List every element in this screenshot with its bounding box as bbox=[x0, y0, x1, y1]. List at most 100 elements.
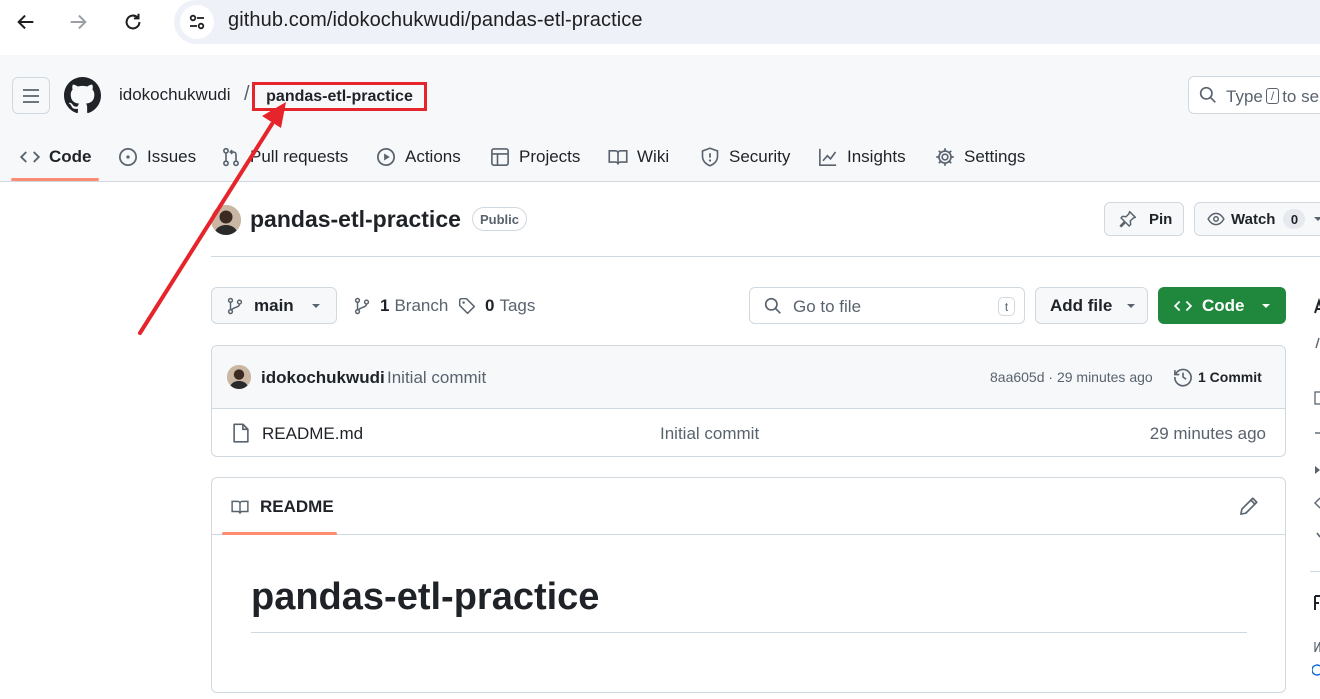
tab-code[interactable]: Code bbox=[20, 134, 92, 180]
readme-header: README bbox=[212, 478, 1285, 535]
tab-label: Issues bbox=[147, 147, 197, 166]
commit-history-link[interactable]: 1 Commit bbox=[1173, 367, 1262, 387]
repo-breadcrumb-link[interactable]: pandas-etl-practice bbox=[252, 82, 427, 111]
tab-label: Security bbox=[729, 147, 791, 166]
arrow-left-icon[interactable] bbox=[12, 8, 40, 36]
book-icon bbox=[231, 500, 249, 514]
branch-selector[interactable]: main bbox=[211, 287, 337, 324]
tags-link[interactable]: 0 Tags bbox=[458, 296, 535, 316]
address-bar[interactable]: github.com/idokochukwudi/pandas-etl-prac… bbox=[174, 0, 1320, 44]
add-file-label: Add file bbox=[1050, 295, 1113, 315]
code-button-label: Code bbox=[1202, 295, 1245, 315]
git-pull-request-icon bbox=[223, 147, 239, 167]
visibility-badge: Public bbox=[472, 207, 528, 231]
issue-opened-icon bbox=[119, 148, 137, 166]
watch-count: 0 bbox=[1283, 209, 1306, 229]
tab-issues[interactable]: Issues bbox=[118, 134, 196, 180]
tab-label: Wiki bbox=[637, 147, 670, 166]
header-divider bbox=[211, 256, 1320, 257]
menu-icon[interactable] bbox=[12, 77, 50, 114]
repo-title[interactable]: pandas-etl-practice bbox=[250, 206, 461, 233]
git-branch-icon bbox=[354, 297, 370, 315]
tag-icon bbox=[458, 297, 476, 315]
chevron-down-icon bbox=[1127, 303, 1136, 308]
eye-icon bbox=[1207, 212, 1225, 226]
file-icon bbox=[233, 423, 249, 443]
keyboard-shortcut: t bbox=[998, 297, 1015, 316]
avatar[interactable] bbox=[227, 365, 251, 389]
arrow-right-icon[interactable] bbox=[64, 8, 92, 36]
chevron-down-icon bbox=[311, 303, 320, 308]
repo-header: idokochukwudi / pandas-etl-practice Type… bbox=[0, 55, 1320, 182]
tab-label: Code bbox=[49, 147, 92, 166]
tab-projects[interactable]: Projects bbox=[490, 134, 580, 180]
branches-link[interactable]: 1 Branch bbox=[353, 296, 448, 316]
search-icon bbox=[764, 297, 781, 314]
readme-tab-label: README bbox=[260, 497, 334, 516]
search-input[interactable]: Type / to se bbox=[1188, 76, 1320, 114]
active-tab-indicator bbox=[222, 532, 337, 535]
tab-readme[interactable]: README bbox=[230, 497, 334, 517]
readme-heading: pandas-etl-practice bbox=[251, 576, 600, 618]
branch-count: 1 bbox=[380, 296, 390, 315]
table-row[interactable]: README.md Initial commit 29 minutes ago bbox=[212, 409, 1285, 456]
pin-icon bbox=[1119, 210, 1137, 228]
book-icon bbox=[608, 149, 628, 165]
tab-label: Pull requests bbox=[250, 147, 349, 166]
commit-count-label: 1 Commit bbox=[1198, 369, 1262, 385]
github-logo-icon[interactable] bbox=[64, 77, 101, 119]
watch-button[interactable]: Watch 0 bbox=[1194, 202, 1320, 236]
gear-icon bbox=[936, 148, 954, 166]
go-to-file-placeholder: Go to file bbox=[793, 297, 862, 316]
tag-count: 0 bbox=[485, 296, 495, 315]
branch-name: main bbox=[254, 295, 294, 315]
latest-commit-row: idokochukwudi Initial commit 8aa605d · 2… bbox=[212, 346, 1285, 409]
commit-author[interactable]: idokochukwudi bbox=[261, 368, 385, 388]
commit-message[interactable]: Initial commit bbox=[387, 368, 486, 388]
tab-actions[interactable]: Actions bbox=[376, 134, 461, 180]
tab-label: Insights bbox=[847, 147, 906, 166]
tab-insights[interactable]: Insights bbox=[818, 134, 906, 180]
play-icon bbox=[377, 148, 395, 166]
chevron-down-icon bbox=[1314, 217, 1320, 221]
search-placeholder: Type / to se bbox=[1226, 87, 1320, 106]
tab-label: Actions bbox=[405, 147, 461, 166]
browser-toolbar: github.com/idokochukwudi/pandas-etl-prac… bbox=[0, 0, 1320, 44]
tab-wiki[interactable]: Wiki bbox=[608, 134, 669, 180]
table-icon bbox=[491, 148, 509, 166]
file-commit-message[interactable]: Initial commit bbox=[660, 424, 759, 444]
code-icon bbox=[20, 151, 40, 163]
tab-label: Projects bbox=[519, 147, 581, 166]
tag-count-label: Tags bbox=[499, 296, 536, 315]
pencil-icon[interactable] bbox=[1239, 496, 1259, 516]
add-file-button[interactable]: Add file bbox=[1035, 287, 1148, 324]
file-table: idokochukwudi Initial commit 8aa605d · 2… bbox=[211, 345, 1286, 457]
heading-divider bbox=[251, 632, 1247, 633]
history-icon bbox=[1174, 368, 1192, 387]
breadcrumb-separator: / bbox=[244, 83, 250, 105]
sidebar-divider bbox=[1310, 571, 1320, 572]
file-name[interactable]: README.md bbox=[262, 424, 363, 444]
tab-security[interactable]: Security bbox=[700, 134, 790, 180]
tab-label: Settings bbox=[964, 147, 1026, 166]
pin-button[interactable]: Pin bbox=[1104, 202, 1184, 236]
graph-icon bbox=[819, 148, 837, 166]
reload-icon[interactable] bbox=[119, 8, 147, 36]
file-age: 29 minutes ago bbox=[1149, 424, 1266, 443]
owner-link[interactable]: idokochukwudi bbox=[119, 85, 231, 105]
code-icon bbox=[1173, 300, 1193, 311]
avatar[interactable] bbox=[211, 205, 241, 235]
branch-count-label: Branch bbox=[394, 296, 449, 315]
search-icon bbox=[1199, 86, 1216, 103]
commit-hash-time[interactable]: 8aa605d · 29 minutes ago bbox=[990, 369, 1153, 385]
url-text: github.com/idokochukwudi/pandas-etl-prac… bbox=[228, 9, 643, 31]
go-to-file-input[interactable]: Go to file t bbox=[749, 287, 1025, 324]
site-settings-icon[interactable] bbox=[180, 5, 214, 39]
shield-icon bbox=[701, 147, 719, 167]
tab-pull-requests[interactable]: Pull requests bbox=[221, 134, 348, 180]
tab-settings[interactable]: Settings bbox=[935, 134, 1025, 180]
git-branch-icon bbox=[227, 297, 243, 314]
about-sidebar bbox=[1312, 290, 1320, 699]
readme-panel: README pandas-etl-practice bbox=[211, 477, 1286, 693]
code-button[interactable]: Code bbox=[1158, 287, 1286, 324]
